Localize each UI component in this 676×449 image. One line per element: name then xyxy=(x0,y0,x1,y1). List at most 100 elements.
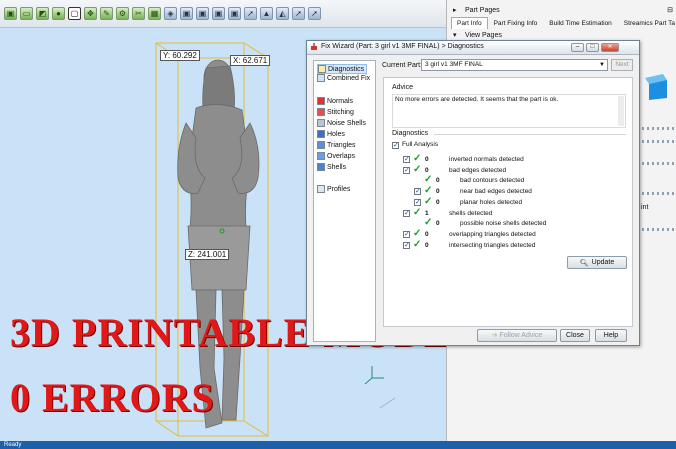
triangles-icon xyxy=(317,141,325,149)
stitching-icon xyxy=(317,108,325,116)
y-dimension-label: Y: 60.292 xyxy=(160,50,200,61)
bad-edges-checkbox[interactable]: ✓ xyxy=(403,167,410,174)
near-bad-edges-checkbox[interactable]: ✓ xyxy=(414,188,421,195)
nav-item-shells[interactable]: Shells xyxy=(317,163,346,171)
advice-box: No more errors are detected. It seems th… xyxy=(392,94,626,128)
shells-count: 1 xyxy=(425,210,429,217)
help-button[interactable]: Help xyxy=(595,329,627,342)
overlapping-triangles-checkbox[interactable]: ✓ xyxy=(403,231,410,238)
noise-shells-icon xyxy=(317,119,325,127)
magnifier-icon: 🔍︎ xyxy=(579,259,589,267)
part-preview xyxy=(641,70,669,100)
minimize-button[interactable]: – xyxy=(571,43,584,52)
nav-item-diagnostics[interactable]: Diagnostics xyxy=(317,64,368,74)
sphere-icon[interactable]: ● xyxy=(52,7,65,20)
part-pages-header[interactable]: ▸ Part Pages ⊟ xyxy=(447,6,676,16)
main-toolbar: ▣ ▭ ◩ ● ▢ ✥ ✎ ⚙ ✂ ▦ ◈ ▣ ▣ ▣ ▣ ➚ ▲ ◭ ➚ ➚ xyxy=(0,0,446,28)
planar-holes-checkbox[interactable]: ✓ xyxy=(414,199,421,206)
tab-part-info[interactable]: Part Info xyxy=(451,17,488,29)
nav-item-noise-shells[interactable]: Noise Shells xyxy=(317,119,366,127)
follow-advice-button[interactable]: ➜ Follow Advice xyxy=(477,329,557,342)
check-icon: ✓ xyxy=(413,228,422,239)
shells-checkbox[interactable]: ✓ xyxy=(403,210,410,217)
dialog-titlebar[interactable]: Fix Wizard (Part: 3 girl v1 3MF FINAL) >… xyxy=(307,41,639,55)
cube-icon[interactable]: ▣ xyxy=(212,7,225,20)
check-icon: ✓ xyxy=(413,164,422,175)
arrow-icon[interactable]: ➚ xyxy=(292,7,305,20)
wrench-icon[interactable]: ⚙ xyxy=(116,7,129,20)
nav-item-stitching[interactable]: Stitching xyxy=(317,108,354,116)
nav-item-profiles[interactable]: Profiles xyxy=(317,185,350,193)
arrow-icon[interactable]: ➚ xyxy=(244,7,257,20)
advice-text: No more errors are detected. It seems th… xyxy=(395,96,559,103)
bad-edges-label: bad edges detected xyxy=(449,167,507,174)
side-text: int xyxy=(641,204,649,211)
nav-item-triangles[interactable]: Triangles xyxy=(317,141,356,149)
tab-streamics-part[interactable]: Streamics Part Ta xyxy=(618,17,676,29)
tab-part-fixing-info[interactable]: Part Fixing Info xyxy=(488,17,544,29)
overlapping-triangles-count: 0 xyxy=(425,231,429,238)
advice-scrollbar[interactable] xyxy=(618,96,624,126)
part-pages-tabs: Part Info Part Fixing Info Build Time Es… xyxy=(451,17,676,29)
close-button[interactable]: Close xyxy=(560,329,590,342)
select-icon[interactable]: ▢ xyxy=(68,7,81,20)
arrow-icon[interactable]: ➚ xyxy=(308,7,321,20)
nav-item-overlaps[interactable]: Overlaps xyxy=(317,152,355,160)
planar-holes-label: planar holes detected xyxy=(460,199,523,206)
maximize-button[interactable]: □ xyxy=(586,43,599,52)
axis-gizmo xyxy=(364,366,384,385)
next-button[interactable]: Next xyxy=(611,59,633,71)
bad-contours-label: bad contours detected xyxy=(460,177,525,184)
diagnostics-title: Diagnostics xyxy=(392,130,429,137)
holes-icon xyxy=(317,130,325,138)
shells-label: shells detected xyxy=(449,210,493,217)
chevron-down-icon: ▼ xyxy=(599,62,605,68)
cube-icon[interactable]: ▣ xyxy=(180,7,193,20)
tab-build-time-estimation[interactable]: Build Time Estimation xyxy=(543,17,618,29)
sheet-icon[interactable]: ▭ xyxy=(20,7,33,20)
dialog-title: Fix Wizard (Part: 3 girl v1 3MF FINAL) >… xyxy=(321,43,484,50)
overlaps-icon xyxy=(317,152,325,160)
noise-shells-label: possible noise shells detected xyxy=(460,220,547,227)
node-icon[interactable]: ◈ xyxy=(164,7,177,20)
cube-icon[interactable]: ▣ xyxy=(228,7,241,20)
triangle-icon[interactable]: ◭ xyxy=(276,7,289,20)
planar-holes-count: 0 xyxy=(436,199,440,206)
combined-fix-icon xyxy=(317,74,325,82)
pin-icon[interactable]: ⊟ xyxy=(667,6,673,16)
diagnostics-icon xyxy=(318,65,326,73)
inverted-normals-checkbox[interactable]: ✓ xyxy=(403,156,410,163)
nav-item-combined-fix[interactable]: Combined Fix xyxy=(317,74,370,82)
scissors-icon[interactable]: ✂ xyxy=(132,7,145,20)
inverted-normals-count: 0 xyxy=(425,156,429,163)
preview-cube-icon xyxy=(645,74,667,100)
wizard-icon xyxy=(310,43,318,51)
grid-icon[interactable]: ▦ xyxy=(148,7,161,20)
check-icon: ✓ xyxy=(413,239,422,250)
pyramid-icon[interactable]: ▲ xyxy=(260,7,273,20)
shells-icon xyxy=(317,163,325,171)
z-dimension-label: Z: 241.001 xyxy=(185,249,230,260)
intersecting-triangles-count: 0 xyxy=(425,242,429,249)
full-analysis-label: Full Analysis xyxy=(402,141,439,148)
cube-icon[interactable]: ▣ xyxy=(196,7,209,20)
edge-icon[interactable]: ◩ xyxy=(36,7,49,20)
fix-wizard-dialog: Fix Wizard (Part: 3 girl v1 3MF FINAL) >… xyxy=(306,40,640,346)
current-part-select[interactable]: 3 girl v1 3MF FINAL ▼ xyxy=(421,59,608,71)
brush-icon[interactable]: ✎ xyxy=(100,7,113,20)
overlay-subtitle: 0 ERRORS xyxy=(10,375,215,420)
status-bar: Ready xyxy=(0,441,676,449)
check-icon: ✓ xyxy=(424,217,433,228)
chevron-right-icon: ▸ xyxy=(453,7,457,14)
check-icon: ✓ xyxy=(413,207,422,218)
nav-item-normals[interactable]: Normals xyxy=(317,97,353,105)
check-icon: ✓ xyxy=(424,185,433,196)
girl-model xyxy=(177,59,260,429)
close-window-button[interactable]: ✕ xyxy=(601,43,619,52)
update-button[interactable]: 🔍︎ Update xyxy=(567,256,627,269)
intersecting-triangles-checkbox[interactable]: ✓ xyxy=(403,242,410,249)
move-icon[interactable]: ✥ xyxy=(84,7,97,20)
cube-icon[interactable]: ▣ xyxy=(4,7,17,20)
full-analysis-checkbox[interactable]: ✓ xyxy=(392,142,399,149)
nav-item-holes[interactable]: Holes xyxy=(317,130,345,138)
